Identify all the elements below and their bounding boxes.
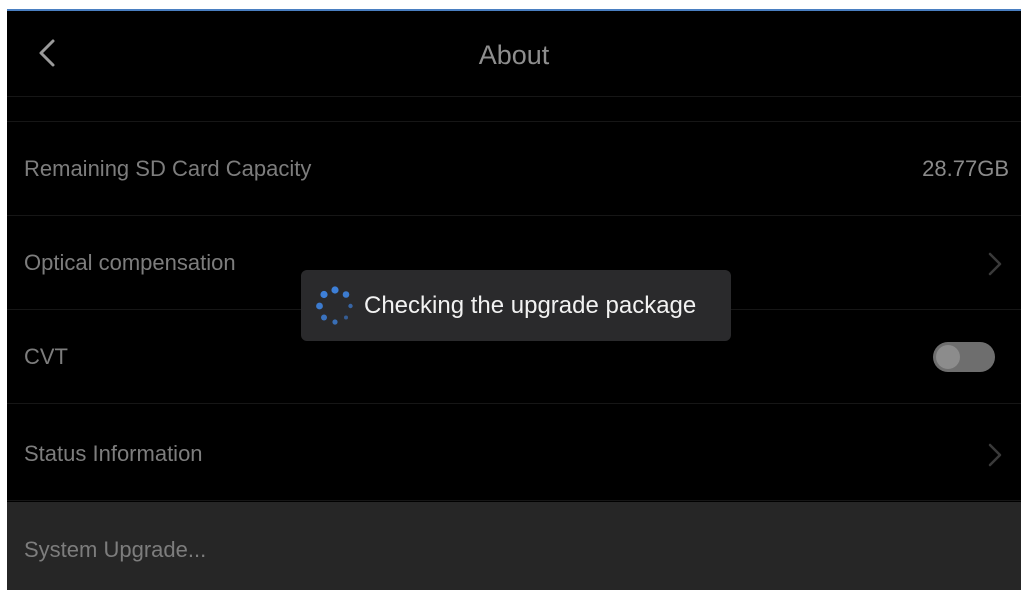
system-upgrade-label: System Upgrade... bbox=[24, 537, 207, 562]
row-label: CVT bbox=[24, 344, 68, 369]
loading-spinner-icon bbox=[316, 286, 353, 325]
settings-row-status-information[interactable]: Status Information bbox=[7, 407, 1021, 501]
cvt-toggle[interactable] bbox=[933, 342, 995, 372]
row-label: Optical compensation bbox=[24, 250, 236, 275]
row-label: Remaining SD Card Capacity bbox=[24, 156, 312, 181]
row-label: Status Information bbox=[24, 441, 203, 466]
chevron-right-icon bbox=[988, 443, 1002, 467]
toggle-knob bbox=[936, 345, 960, 369]
loading-toast: Checking the upgrade package bbox=[301, 270, 731, 341]
sd-capacity-value: 28.77GB bbox=[922, 156, 1009, 181]
system-upgrade-row[interactable]: System Upgrade... bbox=[7, 502, 1021, 590]
screen: About Remaining SD Card Capacity 28.77GB… bbox=[7, 9, 1021, 590]
toast-message: Checking the upgrade package bbox=[364, 292, 697, 319]
settings-row-sd-capacity: Remaining SD Card Capacity 28.77GB bbox=[7, 122, 1021, 216]
chevron-right-icon bbox=[988, 252, 1002, 276]
page-title: About bbox=[478, 40, 550, 70]
app-header: About bbox=[7, 11, 1021, 97]
